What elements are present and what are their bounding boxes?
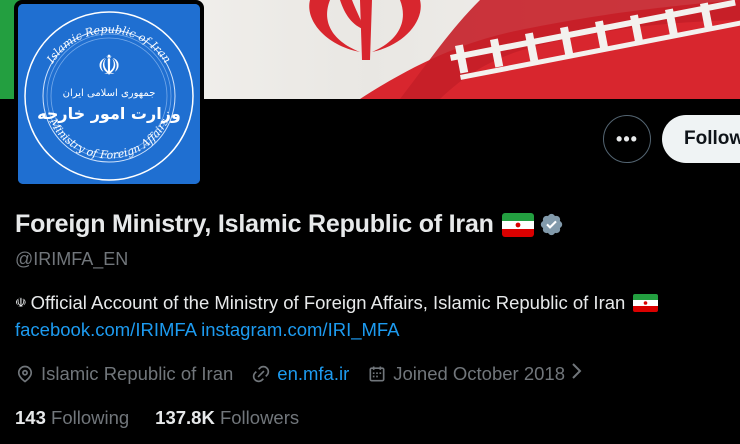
following-label: Following <box>51 407 130 428</box>
name-row: Foreign Ministry, Islamic Republic of Ir… <box>15 210 564 239</box>
instagram-link[interactable]: instagram.com/IRI_MFA <box>201 319 399 340</box>
avatar-fa-text-1: جمهوری اسلامی ایران <box>62 88 156 99</box>
following-count: 143 <box>15 407 46 428</box>
avatar[interactable]: Islamic Republic of Iran Ministry of For… <box>14 0 204 188</box>
followers-count: 137.8K <box>155 407 215 428</box>
profile-meta: Islamic Republic of Iran en.mfa.ir Joine… <box>15 362 607 386</box>
follow-button[interactable]: Follow <box>662 115 740 163</box>
location: Islamic Republic of Iran <box>15 363 233 385</box>
location-text: Islamic Republic of Iran <box>41 363 234 384</box>
website-link[interactable]: en.mfa.ir <box>277 363 349 385</box>
followers-stat[interactable]: 137.8K Followers <box>155 407 299 429</box>
bio: ☫ Official Account of the Ministry of Fo… <box>15 292 659 314</box>
profile-page: Islamic Republic of Iran Ministry of For… <box>0 0 740 444</box>
chevron-right-icon <box>571 362 589 386</box>
display-name: Foreign Ministry, Islamic Republic of Ir… <box>15 210 494 238</box>
mfa-logo: Islamic Republic of Iran Ministry of For… <box>18 4 200 184</box>
verified-badge-icon[interactable] <box>539 212 564 237</box>
location-pin-icon <box>17 365 33 383</box>
calendar-icon <box>369 366 385 382</box>
joined-date[interactable]: Joined October 2018 <box>367 362 589 386</box>
iran-flag-icon <box>633 294 659 312</box>
bio-text: Official Account of the Ministry of Fore… <box>30 292 626 313</box>
follow-button-label: Follow <box>684 128 740 149</box>
followers-label: Followers <box>219 407 300 428</box>
handle: @IRIMFA_EN <box>15 249 129 269</box>
emblem-icon: ☫ <box>15 295 27 310</box>
facebook-link[interactable]: facebook.com/IRIMFA <box>15 319 196 340</box>
joined-text: Joined October 2018 <box>393 363 566 384</box>
following-stat[interactable]: 143 Following <box>15 407 129 429</box>
website[interactable]: en.mfa.ir <box>251 363 349 385</box>
avatar-emblem-icon: ☫ <box>97 52 121 82</box>
more-options-button[interactable]: ••• <box>603 115 651 163</box>
avatar-fa-text-2: وزارت امور خارجه <box>37 104 181 123</box>
bio-links: facebook.com/IRIMFA instagram.com/IRI_MF… <box>15 319 400 341</box>
iran-flag-icon <box>501 212 534 237</box>
link-icon <box>253 365 270 383</box>
follow-stats: 143 Following 137.8K Followers <box>15 407 325 429</box>
more-options-label: ••• <box>616 128 638 149</box>
